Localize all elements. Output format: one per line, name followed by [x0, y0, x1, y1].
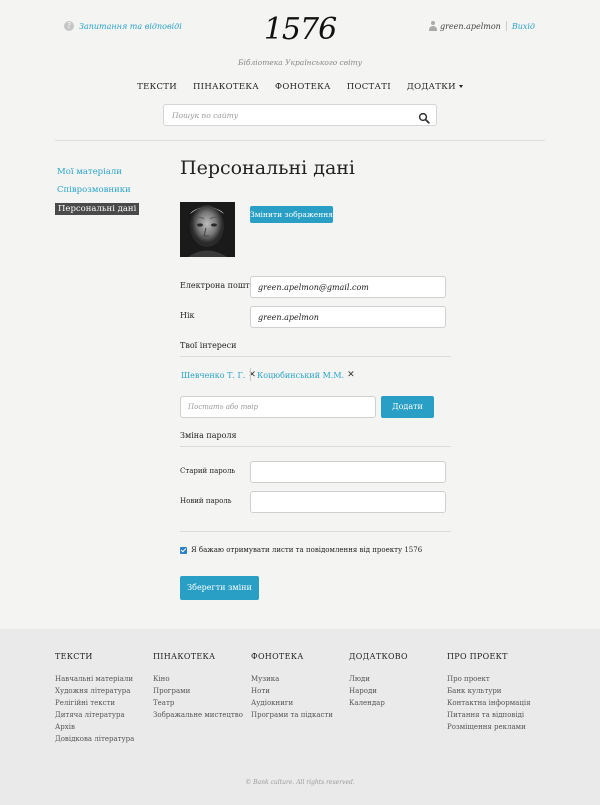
footer-column-about: ПРО ПРОЕКТ Про проект Банк культури Конт…	[447, 652, 531, 733]
interests-divider	[180, 356, 451, 357]
search-icon[interactable]	[418, 109, 430, 124]
page-title: Персональні дані	[180, 157, 356, 179]
subscribe-row: Я бажаю отримувати листи та повідомлення…	[180, 546, 422, 554]
interest-tag-label[interactable]: Шевченко Т. Г.	[181, 371, 245, 380]
nav-item-pinakoteka[interactable]: ПІНАКОТЕКА	[193, 82, 259, 92]
nav-item-dodatky-label: ДОДАТКИ	[406, 82, 456, 92]
nav-item-dodatky[interactable]: ДОДАТКИ	[407, 82, 463, 92]
sidebar-item-interlocutors[interactable]: Співрозмовники	[57, 185, 131, 195]
footer-link[interactable]: Банк культури	[447, 685, 531, 697]
user-icon	[428, 21, 437, 31]
divider	[505, 21, 507, 31]
footer-link[interactable]: Контактна інформація	[447, 697, 531, 709]
old-password-field[interactable]	[250, 461, 446, 483]
footer-link[interactable]: Художня література	[55, 685, 134, 697]
email-label: Електрона пошта	[180, 281, 255, 290]
search-input[interactable]	[164, 105, 414, 125]
copyright: © Bank culture. All rights reserved.	[245, 779, 355, 786]
footer-heading: ПРО ПРОЕКТ	[447, 652, 508, 661]
save-button[interactable]: Зберегти зміни	[180, 576, 259, 600]
interest-tag: Шевченко Т. Г. ✕	[181, 370, 256, 380]
footer-heading: ДОДАТКОВО	[349, 652, 408, 661]
footer-link[interactable]: Архів	[55, 721, 134, 733]
new-password-field[interactable]	[250, 491, 446, 513]
site-tagline: Бібліотека Українського світу	[238, 58, 362, 67]
password-heading: Зміна пароля	[180, 431, 237, 440]
subscribe-label[interactable]: Я бажаю отримувати листи та повідомлення…	[191, 546, 422, 554]
footer-link[interactable]: Аудіокниги	[251, 697, 333, 709]
footer-heading: ТЕКСТИ	[55, 652, 93, 661]
change-image-button[interactable]: Змінити зображення	[250, 206, 333, 223]
footer-link[interactable]: Ноти	[251, 685, 333, 697]
password-divider	[180, 446, 451, 447]
footer-link[interactable]: Театр	[153, 697, 243, 709]
interest-tag: Коцюбинський М.М. ✕	[257, 370, 355, 380]
header-divider	[55, 140, 545, 141]
footer-link[interactable]: Зображальне мистецтво	[153, 709, 243, 721]
footer-link[interactable]: Кіно	[153, 673, 243, 685]
footer-link[interactable]: Довідкова література	[55, 733, 134, 745]
user-menu: green.apelmon Вихід	[428, 21, 535, 31]
footer-link[interactable]: Дитяча література	[55, 709, 134, 721]
footer-link[interactable]: Навчальні матеріали	[55, 673, 134, 685]
main-nav: ТЕКСТИ ПІНАКОТЕКА ФОНОТЕКА ПОСТАТІ ДОДАТ…	[0, 82, 600, 92]
new-password-label: Новий пароль	[180, 497, 232, 505]
nav-item-texts[interactable]: ТЕКСТИ	[137, 82, 177, 92]
caret-down-icon	[458, 85, 463, 88]
form-divider	[180, 531, 451, 532]
footer: ТЕКСТИ Навчальні матеріали Художня літер…	[0, 629, 600, 805]
add-interest-button[interactable]: Додати	[381, 396, 434, 418]
tag-divider	[250, 368, 251, 381]
username[interactable]: green.apelmon	[440, 22, 501, 31]
interest-input[interactable]	[180, 396, 376, 418]
footer-link[interactable]: Народи	[349, 685, 408, 697]
interest-tag-label[interactable]: Коцюбинський М.М.	[257, 371, 344, 380]
footer-column-additional: ДОДАТКОВО Люди Народи Календар	[349, 652, 408, 709]
footer-link[interactable]: Розміщення реклами	[447, 721, 531, 733]
footer-link[interactable]: Календар	[349, 697, 408, 709]
footer-heading: ФОНОТЕКА	[251, 652, 304, 661]
sidebar-item-my-materials[interactable]: Мої матеріали	[57, 167, 122, 177]
remove-icon[interactable]: ✕	[347, 370, 355, 380]
footer-column-pinakoteka: ПІНАКОТЕКА Кіно Програми Театр Зображаль…	[153, 652, 243, 721]
footer-link[interactable]: Релігійні тексти	[55, 697, 134, 709]
footer-link[interactable]: Люди	[349, 673, 408, 685]
footer-link[interactable]: Програми	[153, 685, 243, 697]
footer-column-texts: ТЕКСТИ Навчальні матеріали Художня літер…	[55, 652, 134, 745]
nav-item-postati[interactable]: ПОСТАТІ	[347, 82, 391, 92]
email-field[interactable]	[250, 276, 446, 298]
old-password-label: Старий пароль	[180, 467, 236, 475]
footer-link[interactable]: Програми та підкасти	[251, 709, 333, 721]
nav-item-fonoteka[interactable]: ФОНОТЕКА	[275, 82, 331, 92]
interests-heading: Твої інтереси	[180, 341, 237, 350]
logout-link[interactable]: Вихід	[512, 22, 535, 31]
nick-field[interactable]	[250, 306, 446, 328]
nick-label: Нік	[180, 311, 195, 320]
subscribe-checkbox[interactable]	[180, 546, 187, 554]
footer-link[interactable]: Музика	[251, 673, 333, 685]
sidebar-item-personal-data[interactable]: Персональні дані	[55, 203, 140, 215]
footer-heading: ПІНАКОТЕКА	[153, 652, 216, 661]
search-box	[163, 104, 437, 126]
footer-link[interactable]: Про проект	[447, 673, 531, 685]
footer-column-fonoteka: ФОНОТЕКА Музика Ноти Аудіокниги Програми…	[251, 652, 333, 721]
avatar	[180, 202, 235, 257]
footer-link[interactable]: Питання та відповіді	[447, 709, 531, 721]
